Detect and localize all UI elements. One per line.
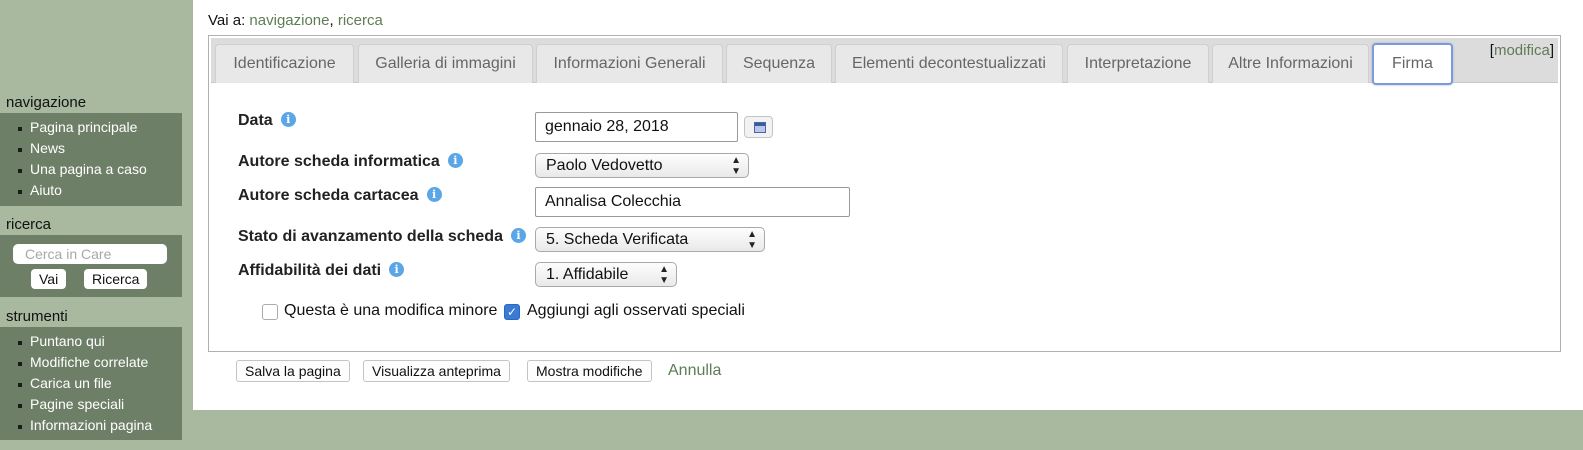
author-paper-label: Autore scheda cartacea i <box>238 187 442 205</box>
tools-item-page-info[interactable]: Informazioni pagina <box>0 415 182 436</box>
tools-panel: Puntano qui Modifiche correlate Carica u… <box>0 327 182 440</box>
date-input[interactable] <box>535 112 738 142</box>
tab-firma[interactable]: Firma <box>1372 43 1453 85</box>
bullet-icon <box>18 127 22 131</box>
show-changes-button[interactable]: Mostra modifiche <box>527 360 652 382</box>
tab-altre-informazioni[interactable]: Altre Informazioni <box>1212 44 1369 83</box>
info-icon[interactable]: i <box>510 228 526 243</box>
author-paper-label-text: Autore scheda cartacea <box>238 187 419 204</box>
bullet-icon <box>18 190 22 194</box>
tools-item-label: Modifiche correlate <box>30 354 149 370</box>
navigation-panel: Pagina principale News Una pagina a caso… <box>0 113 182 206</box>
tools-item-label: Informazioni pagina <box>30 417 153 433</box>
preview-button[interactable]: Visualizza anteprima <box>363 360 510 382</box>
status-label-text: Stato di avanzamento della scheda <box>238 228 503 245</box>
nav-item-news[interactable]: News <box>0 138 182 159</box>
reliability-select[interactable]: 1. Affidabile ▲ ▼ <box>535 262 677 287</box>
jump-separator: , <box>329 12 334 29</box>
up-down-arrows-icon: ▲ ▼ <box>731 155 741 177</box>
date-field-label: Data i <box>238 112 296 130</box>
bullet-icon <box>18 169 22 173</box>
tools-item-label: Puntano qui <box>30 333 105 349</box>
tools-item-label: Carica un file <box>30 375 112 391</box>
search-go-button[interactable]: Vai <box>31 269 67 289</box>
edit-section-link: [modifica] <box>1490 42 1554 59</box>
status-label: Stato di avanzamento della scheda i <box>238 228 526 246</box>
content-area: Vai a: navigazione, ricerca Identificazi… <box>193 0 1583 410</box>
author-digital-select[interactable]: Paolo Vedovetto ▲ ▼ <box>535 153 749 178</box>
author-digital-label-text: Autore scheda informatica <box>238 153 440 170</box>
reliability-label-text: Affidabilità dei dati <box>238 262 382 279</box>
cancel-link[interactable]: Annulla <box>668 362 721 380</box>
nav-item-random-page[interactable]: Una pagina a caso <box>0 159 182 180</box>
navigation-heading: navigazione <box>6 94 87 111</box>
tab-interpretazione[interactable]: Interpretazione <box>1067 44 1209 83</box>
tools-item-related-changes[interactable]: Modifiche correlate <box>0 352 182 373</box>
tab-informazioni-generali[interactable]: Informazioni Generali <box>536 44 723 83</box>
tab-sequenza[interactable]: Sequenza <box>726 44 832 83</box>
info-icon[interactable]: i <box>280 112 296 127</box>
search-heading: ricerca <box>6 216 52 233</box>
status-value: 5. Scheda Verificata <box>546 231 689 248</box>
minor-edit-label[interactable]: Questa è una modifica minore <box>284 302 497 320</box>
search-input[interactable] <box>13 244 167 264</box>
tools-item-what-links-here[interactable]: Puntano qui <box>0 331 182 352</box>
save-button[interactable]: Salva la pagina <box>236 360 350 382</box>
watch-checkbox[interactable]: ✓ <box>504 304 520 320</box>
nav-item-help[interactable]: Aiuto <box>0 180 182 201</box>
tab-bar: Identificazione Galleria di immagini Inf… <box>211 38 1558 85</box>
jump-prefix: Vai a: <box>208 12 246 29</box>
tools-item-special-pages[interactable]: Pagine speciali <box>0 394 182 415</box>
up-down-arrows-icon: ▲ ▼ <box>659 264 669 286</box>
search-button[interactable]: Ricerca <box>84 269 148 289</box>
nav-item-label: Aiuto <box>30 182 62 198</box>
tools-item-label: Pagine speciali <box>30 396 125 412</box>
nav-item-label: Pagina principale <box>30 119 138 135</box>
minor-edit-checkbox[interactable] <box>262 304 278 320</box>
tab-elementi-decontestualizzati[interactable]: Elementi decontestualizzati <box>835 44 1063 83</box>
tools-heading: strumenti <box>6 308 68 325</box>
info-icon[interactable]: i <box>426 187 442 202</box>
form-container: Identificazione Galleria di immagini Inf… <box>208 35 1561 352</box>
bullet-icon <box>18 425 22 429</box>
bullet-icon <box>18 341 22 345</box>
info-icon[interactable]: i <box>389 262 405 277</box>
jump-to-links: Vai a: navigazione, ricerca <box>208 12 383 29</box>
search-panel: Vai Ricerca <box>0 235 182 297</box>
status-select[interactable]: 5. Scheda Verificata ▲ ▼ <box>535 227 765 252</box>
reliability-label: Affidabilità dei dati i <box>238 262 405 280</box>
checkmark-icon: ✓ <box>506 305 518 319</box>
edit-link[interactable]: modifica <box>1494 42 1550 59</box>
date-label-text: Data <box>238 112 273 129</box>
bullet-icon <box>18 383 22 387</box>
jump-search-link[interactable]: ricerca <box>338 12 383 29</box>
tools-item-upload-file[interactable]: Carica un file <box>0 373 182 394</box>
watch-label[interactable]: Aggiungi agli osservati speciali <box>527 302 745 320</box>
author-digital-value: Paolo Vedovetto <box>546 157 663 174</box>
author-paper-input[interactable] <box>535 187 850 217</box>
bullet-icon <box>18 362 22 366</box>
bullet-icon <box>18 148 22 152</box>
reliability-value: 1. Affidabile <box>546 266 629 283</box>
tab-identificazione[interactable]: Identificazione <box>215 44 354 83</box>
author-digital-label: Autore scheda informatica i <box>238 153 463 171</box>
info-icon[interactable]: i <box>447 153 463 168</box>
edit-bracket-close: ] <box>1549 42 1554 59</box>
nav-item-pagina-principale[interactable]: Pagina principale <box>0 117 182 138</box>
nav-item-label: Una pagina a caso <box>30 161 147 177</box>
jump-navigation-link[interactable]: navigazione <box>249 12 329 29</box>
tab-galleria-immagini[interactable]: Galleria di immagini <box>358 44 533 83</box>
calendar-button[interactable] <box>744 116 773 138</box>
nav-item-label: News <box>30 140 66 156</box>
up-down-arrows-icon: ▲ ▼ <box>747 229 757 251</box>
calendar-icon <box>754 122 766 133</box>
bullet-icon <box>18 404 22 408</box>
